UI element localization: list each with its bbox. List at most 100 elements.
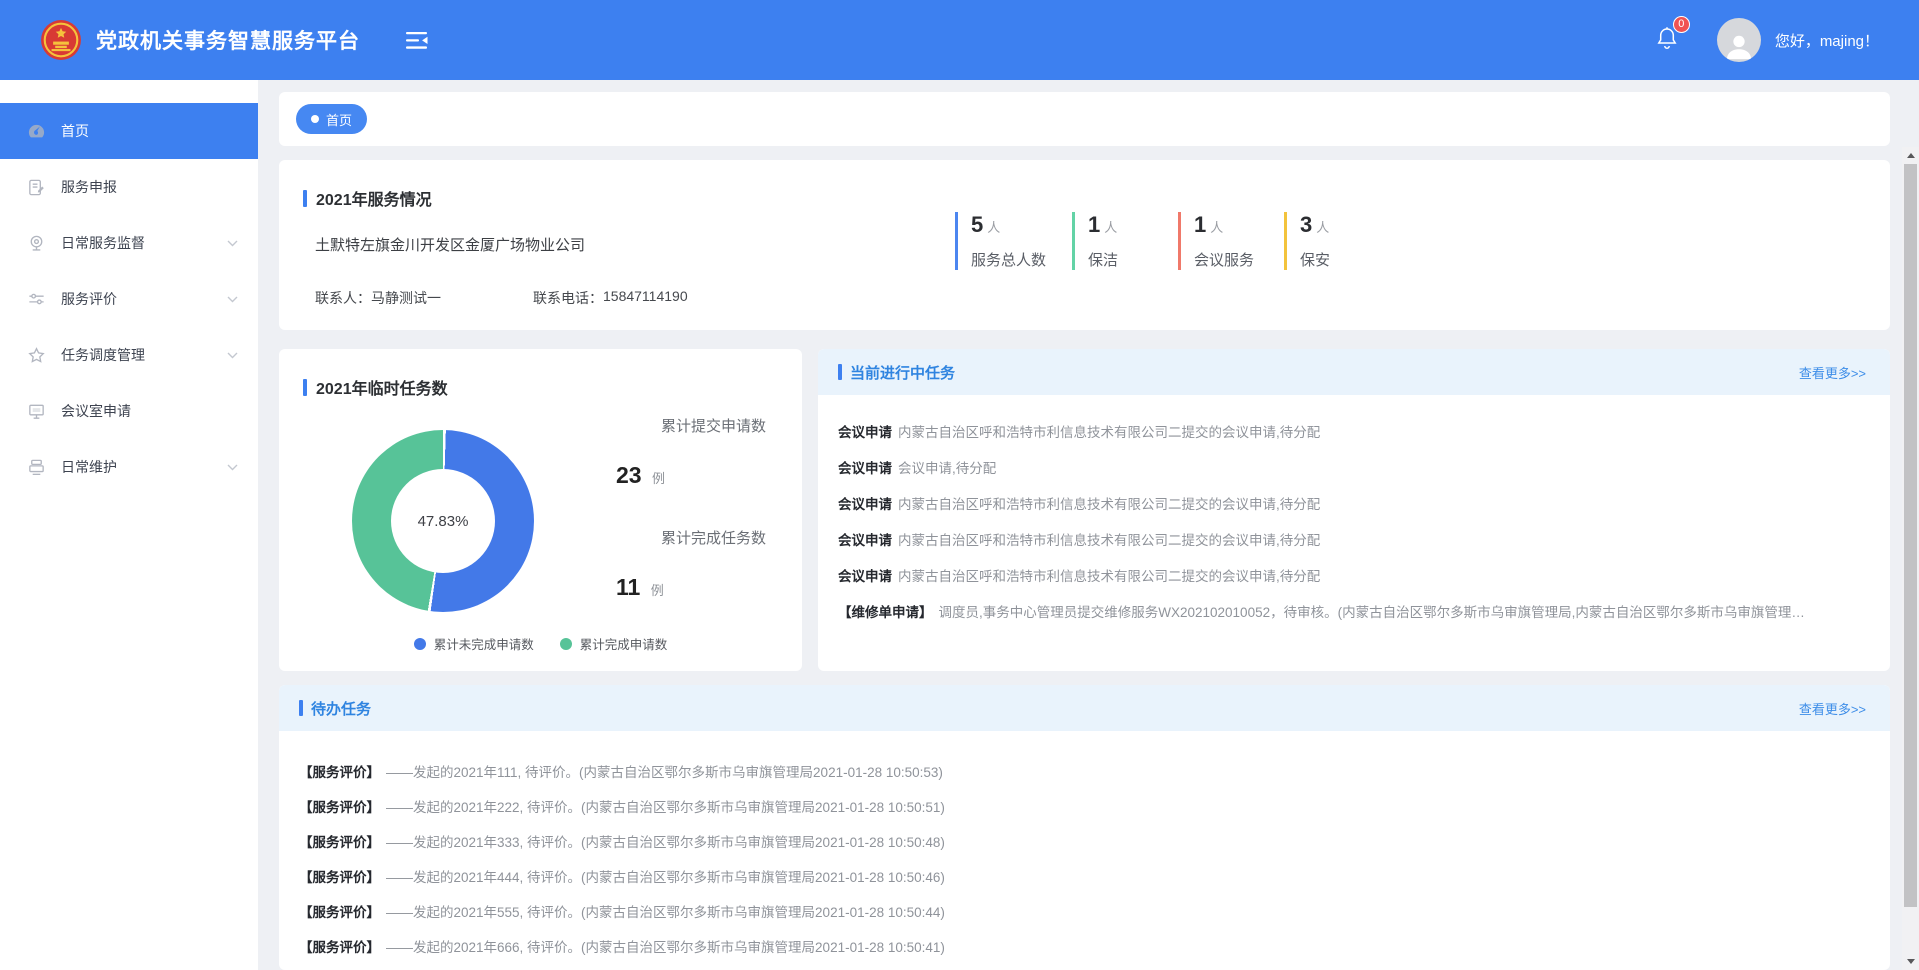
list-item[interactable]: 会议申请内蒙古自治区呼和浩特市利信息技术有限公司二提交的会议申请,待分配 bbox=[838, 557, 1866, 593]
finished-value: 11 bbox=[616, 574, 640, 600]
stat-security: 3人 保安 bbox=[1284, 212, 1364, 270]
task-text: 内蒙古自治区呼和浩特市利信息技术有限公司二提交的会议申请,待分配 bbox=[898, 421, 1320, 441]
list-item[interactable]: 【服务评价】 ——发起的2021年555, 待评价。(内蒙古自治区鄂尔多斯市乌审旗… bbox=[299, 893, 1866, 928]
scrollbar-up-button[interactable] bbox=[1902, 148, 1919, 162]
phone-number: 15847114190 bbox=[603, 288, 688, 308]
task-text: 调度员,事务中心管理员提交维修服务WX202102010052，待审核。(内蒙古… bbox=[939, 601, 1805, 621]
breadcrumb-home-tag[interactable]: 首页 bbox=[296, 104, 367, 134]
sidebar-item-label: 任务调度管理 bbox=[61, 345, 145, 365]
stat-value: 1 bbox=[1194, 212, 1206, 237]
sidebar-item-label: 服务评价 bbox=[61, 289, 117, 309]
chart-stats: 累计提交申请数 23 例 累计完成任务数 11 例 bbox=[616, 415, 766, 601]
document-icon bbox=[27, 178, 46, 197]
stat-unit: 人 bbox=[1104, 220, 1117, 235]
vertical-scrollbar[interactable] bbox=[1902, 147, 1919, 970]
notification-button[interactable]: 0 bbox=[1655, 25, 1679, 56]
todo-text: ——发起的2021年555, 待评价。(内蒙古自治区鄂尔多斯市乌审旗管理局202… bbox=[386, 901, 945, 921]
donut-center-label: 47.83% bbox=[391, 469, 495, 573]
sidebar-item-home[interactable]: 首页 bbox=[0, 103, 258, 159]
ongoing-task-list: 会议申请内蒙古自治区呼和浩特市利信息技术有限公司二提交的会议申请,待分配 会议申… bbox=[818, 395, 1890, 629]
sidebar-item-service-declare[interactable]: 服务申报 bbox=[0, 159, 258, 215]
task-text: 内蒙古自治区呼和浩特市利信息技术有限公司二提交的会议申请,待分配 bbox=[898, 529, 1320, 549]
list-item[interactable]: 【服务评价】——发起的2021年666, 待评价。(内蒙古自治区鄂尔多斯市乌审旗… bbox=[299, 928, 1866, 963]
phone-label: 联系电话： bbox=[533, 288, 603, 308]
todo-type: 【服务评价】 bbox=[299, 901, 380, 921]
contact-row: 联系人： 马静测试一 联系电话： 15847114190 bbox=[315, 288, 1866, 308]
main-content: 首页 2021年服务情况 土默特左旗金川开发区金厦广场物业公司 联系人： 马静测… bbox=[258, 80, 1919, 970]
stat-label: 会议服务 bbox=[1194, 249, 1258, 270]
todo-type: 【服务评价】 bbox=[299, 831, 380, 851]
title-bar-accent bbox=[303, 379, 307, 396]
chart-card-title: 2021年临时任务数 bbox=[316, 375, 448, 399]
stat-label: 服务总人数 bbox=[971, 249, 1046, 270]
todo-text: ——发起的2021年666, 待评价。(内蒙古自治区鄂尔多斯市乌审旗管理局202… bbox=[386, 936, 945, 956]
sidebar-item-label: 日常维护 bbox=[61, 457, 117, 477]
service-stats: 5人 服务总人数 1人 保洁 1人 会议服务 3人 保安 bbox=[955, 212, 1364, 270]
star-icon bbox=[27, 346, 46, 365]
avatar[interactable] bbox=[1717, 18, 1761, 62]
donut-chart: 47.83% bbox=[352, 430, 534, 612]
legend-dot-icon bbox=[560, 638, 572, 650]
user-greeting: 您好，majing！ bbox=[1775, 30, 1879, 51]
todo-text: ——发起的2021年333, 待评价。(内蒙古自治区鄂尔多斯市乌审旗管理局202… bbox=[386, 831, 945, 851]
sidebar-item-label: 首页 bbox=[61, 121, 89, 141]
national-emblem-logo bbox=[40, 19, 82, 61]
contact-name: 马静测试一 bbox=[371, 288, 441, 308]
sidebar-item-daily-maintenance[interactable]: 日常维护 bbox=[0, 439, 258, 495]
legend-unfinished[interactable]: 累计未完成申请数 bbox=[414, 634, 534, 653]
chevron-down-icon bbox=[227, 352, 238, 359]
task-type: 会议申请 bbox=[838, 529, 892, 549]
scrollbar-down-button[interactable] bbox=[1902, 954, 1919, 968]
sidebar-item-label: 会议室申请 bbox=[61, 401, 131, 421]
webcam-icon bbox=[27, 234, 46, 253]
legend-finished[interactable]: 累计完成申请数 bbox=[560, 634, 668, 653]
list-item[interactable]: 【服务评价】 ——发起的2021年333, 待评价。(内蒙古自治区鄂尔多斯市乌审旗… bbox=[299, 823, 1866, 858]
task-type: 会议申请 bbox=[838, 457, 892, 477]
list-item[interactable]: 【服务评价】——发起的2021年111, 待评价。(内蒙古自治区鄂尔多斯市乌审旗… bbox=[299, 753, 1866, 788]
task-type: 【维修单申请】 bbox=[838, 601, 933, 621]
submitted-unit: 例 bbox=[652, 471, 665, 486]
list-item[interactable]: 【服务评价】——发起的2021年222, 待评价。(内蒙古自治区鄂尔多斯市乌审旗… bbox=[299, 788, 1866, 823]
stat-value: 5 bbox=[971, 212, 983, 237]
stat-unit: 人 bbox=[1210, 220, 1223, 235]
finished-label: 累计完成任务数 bbox=[616, 527, 766, 548]
ongoing-more-link[interactable]: 查看更多>> bbox=[1799, 363, 1866, 382]
sidebar-item-daily-supervision[interactable]: 日常服务监督 bbox=[0, 215, 258, 271]
stat-unit: 人 bbox=[1316, 220, 1329, 235]
presentation-icon bbox=[27, 402, 46, 421]
scrollbar-thumb[interactable] bbox=[1904, 164, 1917, 907]
todo-tasks-title: 待办任务 bbox=[311, 698, 371, 719]
temp-task-chart-card: 2021年临时任务数 47.83% 累计提交申请数 23 例 累计完成任务数 bbox=[279, 349, 802, 671]
todo-more-link[interactable]: 查看更多>> bbox=[1799, 699, 1866, 718]
stat-meeting-service: 1人 会议服务 bbox=[1178, 212, 1258, 270]
stat-label: 保安 bbox=[1300, 249, 1364, 270]
list-item[interactable]: 会议申请内蒙古自治区呼和浩特市利信息技术有限公司二提交的会议申请,待分配 bbox=[838, 521, 1866, 557]
sidebar-item-service-evaluation[interactable]: 服务评价 bbox=[0, 271, 258, 327]
task-text: 内蒙古自治区呼和浩特市利信息技术有限公司二提交的会议申请,待分配 bbox=[898, 565, 1320, 585]
finished-unit: 例 bbox=[651, 583, 664, 598]
list-item[interactable]: 【维修单申请】调度员,事务中心管理员提交维修服务WX202102010052，待… bbox=[838, 593, 1866, 629]
list-item[interactable]: 会议申请内蒙古自治区呼和浩特市利信息技术有限公司二提交的会议申请,待分配 bbox=[838, 485, 1866, 521]
breadcrumb-label: 首页 bbox=[326, 110, 352, 129]
stat-label: 保洁 bbox=[1088, 249, 1152, 270]
header-right: 0 您好，majing！ bbox=[1655, 18, 1879, 62]
stat-unit: 人 bbox=[987, 220, 1000, 235]
task-text: 会议申请,待分配 bbox=[898, 457, 996, 477]
sidebar-item-task-dispatch[interactable]: 任务调度管理 bbox=[0, 327, 258, 383]
chevron-down-icon bbox=[227, 464, 238, 471]
title-bar-accent bbox=[303, 190, 307, 207]
list-item[interactable]: 会议申请会议申请,待分配 bbox=[838, 449, 1866, 485]
todo-text: ——发起的2021年222, 待评价。(内蒙古自治区鄂尔多斯市乌审旗管理局202… bbox=[386, 796, 945, 816]
todo-text: ——发起的2021年444, 待评价。(内蒙古自治区鄂尔多斯市乌审旗管理局202… bbox=[386, 866, 945, 886]
ongoing-tasks-card: 当前进行中任务 查看更多>> 会议申请内蒙古自治区呼和浩特市利信息技术有限公司二… bbox=[818, 349, 1890, 671]
dot-icon bbox=[311, 115, 319, 123]
sidebar-item-meeting-room[interactable]: 会议室申请 bbox=[0, 383, 258, 439]
triangle-down-icon bbox=[1907, 959, 1915, 964]
dashboard-icon bbox=[27, 122, 46, 141]
sidebar-collapse-button[interactable] bbox=[404, 30, 430, 51]
legend-dot-icon bbox=[414, 638, 426, 650]
list-item[interactable]: 【服务评价】——发起的2021年444, 待评价。(内蒙古自治区鄂尔多斯市乌审旗… bbox=[299, 858, 1866, 893]
list-item[interactable]: 会议申请内蒙古自治区呼和浩特市利信息技术有限公司二提交的会议申请,待分配 bbox=[838, 413, 1866, 449]
ongoing-tasks-title: 当前进行中任务 bbox=[850, 362, 955, 383]
submitted-label: 累计提交申请数 bbox=[616, 415, 766, 436]
